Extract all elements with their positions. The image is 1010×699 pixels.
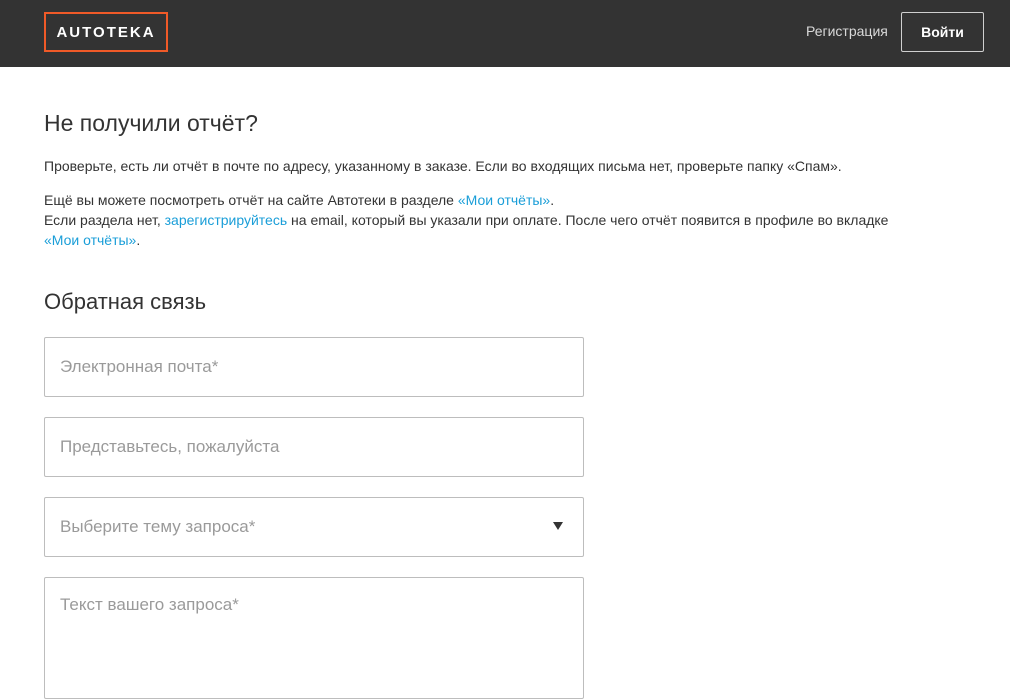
my-reports-tab-text: «Мои отчёты». bbox=[44, 230, 140, 250]
my-reports-tab-end: . bbox=[136, 232, 141, 248]
login-button[interactable]: Войти bbox=[901, 12, 984, 52]
email-field[interactable]: Электронная почта* bbox=[44, 337, 584, 397]
email-placeholder: Электронная почта* bbox=[60, 357, 219, 376]
feedback-title: Обратная связь bbox=[44, 289, 207, 314]
register-link[interactable]: Регистрация bbox=[806, 22, 888, 40]
topic-placeholder: Выберите тему запроса* bbox=[60, 517, 256, 536]
register-hint-end: на email, который вы указали при оплате.… bbox=[287, 212, 889, 228]
dropdown-arrow-icon bbox=[553, 522, 563, 530]
topic-select[interactable]: Выберите тему запроса* bbox=[44, 497, 584, 557]
top-bar: AUTOTEKA Регистрация Войти bbox=[0, 0, 1010, 67]
name-field[interactable]: Представьтесь, пожалуйста bbox=[44, 417, 584, 477]
page-title: Не получили отчёт? bbox=[44, 110, 258, 136]
autoteka-logo[interactable]: AUTOTEKA bbox=[44, 12, 168, 52]
check-email-text: Проверьте, есть ли отчёт в почте по адре… bbox=[44, 158, 842, 174]
message-textarea[interactable]: Текст вашего запроса* bbox=[44, 577, 584, 699]
register-hint-start: Если раздела нет, bbox=[44, 212, 165, 228]
my-reports-tab-link[interactable]: «Мои отчёты» bbox=[44, 232, 136, 248]
message-placeholder: Текст вашего запроса* bbox=[60, 595, 239, 614]
my-reports-text-start: Ещё вы можете посмотреть отчёт на сайте … bbox=[44, 192, 458, 208]
my-reports-link[interactable]: «Мои отчёты» bbox=[458, 192, 550, 208]
my-reports-text: Ещё вы можете посмотреть отчёт на сайте … bbox=[44, 190, 554, 210]
name-placeholder: Представьтесь, пожалуйста bbox=[60, 437, 280, 456]
register-inline-link[interactable]: зарегистрируйтесь bbox=[165, 212, 288, 228]
my-reports-text-end: . bbox=[550, 192, 555, 208]
register-hint-text: Если раздела нет, зарегистрируйтесь на e… bbox=[44, 210, 888, 230]
